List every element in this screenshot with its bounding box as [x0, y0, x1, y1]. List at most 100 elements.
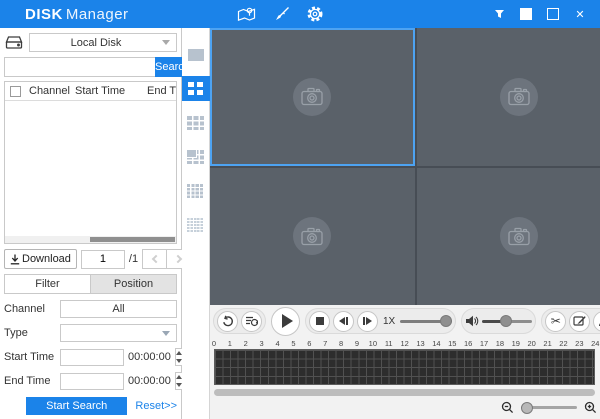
layout-4-view-button[interactable]	[182, 76, 210, 101]
tools-group: ✂	[541, 308, 600, 334]
volume-slider[interactable]	[482, 320, 532, 323]
zoom-out-button[interactable]	[501, 401, 514, 414]
brush-icon[interactable]	[272, 6, 290, 23]
hour-label: 10	[369, 339, 377, 348]
timeline-grid[interactable]	[214, 349, 595, 385]
camera-icon	[507, 226, 531, 247]
zoom-in-button[interactable]	[584, 401, 597, 414]
reset-link[interactable]: Reset>>	[135, 400, 177, 412]
camera-icon	[507, 86, 531, 107]
column-header-start-time[interactable]: Start Time	[75, 85, 147, 97]
triangle-up-icon	[176, 351, 182, 355]
results-table-body	[5, 101, 176, 236]
step-back-button[interactable]	[333, 311, 354, 332]
end-date-input[interactable]	[60, 373, 124, 390]
clip-button[interactable]: ✂	[545, 311, 566, 332]
hour-label: 24	[591, 339, 599, 348]
play-icon	[282, 314, 293, 328]
triangle-up-icon	[176, 375, 182, 379]
video-pane-3[interactable]	[210, 168, 415, 306]
hour-label: 23	[575, 339, 583, 348]
tab-position[interactable]: Position	[90, 275, 176, 293]
end-time-spin-up[interactable]	[176, 373, 182, 381]
start-date-input[interactable]	[60, 349, 124, 366]
step-back-icon	[339, 317, 348, 325]
end-time-clock[interactable]: 00:00:00	[128, 375, 171, 387]
stop-button[interactable]	[309, 311, 330, 332]
chevron-down-icon	[162, 40, 170, 45]
table-scrollbar-thumb[interactable]	[90, 237, 176, 242]
results-table-header: Channel Start Time End Time	[5, 82, 176, 101]
column-header-end-time[interactable]: End Time	[147, 85, 176, 97]
maximize-button[interactable]	[547, 8, 559, 20]
column-header-channel[interactable]: Channel	[29, 85, 75, 97]
type-dropdown[interactable]	[60, 324, 177, 342]
type-label: Type	[4, 327, 56, 339]
layout-16-view-icon	[187, 184, 204, 198]
transport-group: 1X	[305, 308, 456, 334]
layout-16-view-button[interactable]	[182, 178, 210, 203]
triangle-down-icon	[176, 359, 182, 363]
end-time-spin-down[interactable]	[176, 381, 182, 389]
hour-label: 8	[339, 339, 343, 348]
hour-label: 20	[528, 339, 536, 348]
volume-slider-knob[interactable]	[500, 315, 512, 327]
minimize-icon	[520, 8, 532, 20]
layout-1-view-button[interactable]	[182, 42, 210, 67]
sync-play-button[interactable]	[241, 311, 262, 332]
video-pane-2[interactable]	[417, 28, 600, 166]
start-time-spin-down[interactable]	[176, 357, 182, 365]
channel-label: Channel	[4, 303, 56, 315]
filter-icon[interactable]	[493, 8, 505, 20]
layout-9-view-button[interactable]	[182, 110, 210, 135]
window-body: Local Disk Search Channel Start Time End…	[0, 28, 600, 419]
map-pin-icon[interactable]	[237, 6, 256, 23]
filter-position-tabs: Filter Position	[4, 274, 177, 294]
timeline-hours: 0123456789101112131415161718192021222324	[214, 338, 595, 349]
timeline-horizontal-scrollbar[interactable]	[214, 389, 595, 396]
search-row: Search	[4, 57, 177, 77]
layout-25-view-button[interactable]	[182, 212, 210, 237]
hour-label: 19	[512, 339, 520, 348]
gear-icon[interactable]	[306, 5, 324, 23]
search-input[interactable]	[4, 57, 155, 77]
step-forward-button[interactable]	[357, 311, 378, 332]
download-button[interactable]: Download	[4, 249, 77, 269]
hour-label: 1	[228, 339, 232, 348]
minimize-button[interactable]	[520, 8, 532, 20]
timeline-zoom-slider[interactable]	[521, 406, 577, 409]
channel-dropdown[interactable]: All	[60, 300, 177, 318]
table-horizontal-scrollbar[interactable]	[5, 236, 176, 243]
layout-9-view-icon	[187, 116, 204, 130]
hour-label: 15	[448, 339, 456, 348]
person-button[interactable]	[593, 311, 600, 332]
download-label: Download	[22, 253, 71, 265]
snapshot-button[interactable]	[569, 311, 590, 332]
zoom-slider-knob[interactable]	[521, 402, 533, 414]
type-row: Type	[4, 324, 177, 342]
camera-icon	[300, 86, 324, 107]
play-button[interactable]	[271, 307, 300, 336]
speed-slider-knob[interactable]	[440, 315, 452, 327]
video-pane-1[interactable]	[210, 28, 415, 166]
start-time-clock[interactable]: 00:00:00	[128, 351, 171, 363]
close-button[interactable]: ✕	[574, 8, 586, 20]
return-button[interactable]	[217, 311, 238, 332]
camera-icon	[300, 226, 324, 247]
disk-dropdown[interactable]: Local Disk	[29, 33, 177, 52]
maximize-icon	[547, 8, 559, 20]
select-all-checkbox[interactable]	[10, 86, 21, 97]
page-number-input[interactable]	[81, 250, 125, 269]
previous-page-button[interactable]	[142, 249, 167, 269]
start-search-button[interactable]: Start Search	[26, 397, 127, 415]
disk-drive-icon	[4, 35, 24, 51]
speaker-icon[interactable]	[465, 315, 479, 327]
layout-strip	[182, 28, 210, 419]
hour-label: 7	[323, 339, 327, 348]
layout-6-view-button[interactable]	[182, 144, 210, 169]
speed-slider[interactable]	[400, 320, 452, 323]
start-time-spin-up[interactable]	[176, 349, 182, 357]
tab-filter[interactable]: Filter	[5, 275, 90, 293]
zoom-out-icon	[501, 401, 514, 414]
video-pane-4[interactable]	[417, 168, 600, 306]
